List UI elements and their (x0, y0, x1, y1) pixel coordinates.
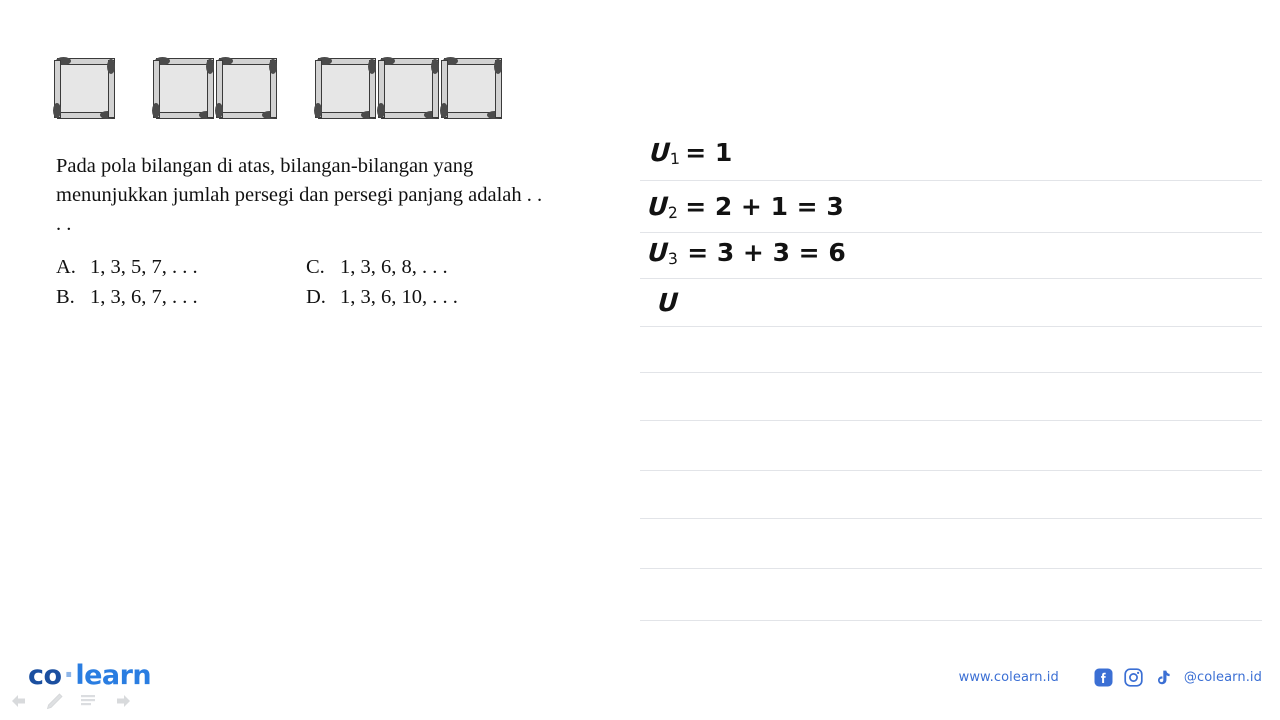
square-face (157, 61, 208, 115)
footer-links: www.colearn.id @colearn.id (959, 668, 1262, 687)
hand-index-3: 3 (667, 249, 679, 269)
matchstick-head-right (494, 59, 502, 74)
option-c[interactable]: C. 1, 3, 6, 8, . . . (306, 252, 448, 282)
rule-line (640, 420, 1262, 421)
matchstick-square (52, 55, 115, 121)
question-panel: Pada pola bilangan di atas, bilangan-bil… (0, 0, 600, 660)
hand-body-3: = 3 + 3 = 6 (687, 238, 846, 267)
social-handle[interactable]: @colearn.id (1184, 670, 1262, 685)
rule-line (640, 326, 1262, 327)
matchstick-head-left (314, 103, 322, 118)
option-d[interactable]: D. 1, 3, 6, 10, . . . (306, 282, 458, 312)
edit-toolbar[interactable] (10, 692, 132, 710)
option-d-value: 1, 3, 6, 10, . . . (340, 286, 458, 308)
pattern-group-2 (151, 55, 277, 121)
matchstick-head-right (107, 59, 115, 74)
square-face (58, 61, 109, 115)
matchstick-square (376, 55, 439, 121)
option-c-value: 1, 3, 6, 8, . . . (340, 256, 448, 278)
matchstick-head-left (215, 103, 223, 118)
pattern-group-3 (313, 55, 502, 121)
lines-icon[interactable] (78, 692, 98, 710)
rule-line (640, 470, 1262, 471)
square-face (382, 61, 433, 115)
option-row: A. 1, 3, 5, 7, . . . C. 1, 3, 6, 8, . . … (56, 252, 556, 282)
hand-index-2: 2 (667, 203, 679, 223)
rule-line (640, 278, 1262, 279)
pencil-icon[interactable] (44, 692, 64, 710)
answer-options: A. 1, 3, 5, 7, . . . C. 1, 3, 6, 8, . . … (56, 252, 556, 312)
undo-arrow-icon[interactable] (10, 692, 30, 710)
matchstick-head-right (269, 59, 277, 74)
hand-body-1: = 1 (685, 138, 733, 167)
colearn-logo: co·learn (28, 660, 152, 691)
option-a-letter: A. (56, 256, 76, 278)
matchstick-head-right (206, 59, 214, 74)
matchstick-square (151, 55, 214, 121)
pattern-group-1 (52, 55, 115, 121)
instagram-icon[interactable] (1124, 668, 1143, 687)
tiktok-icon[interactable] (1154, 668, 1173, 687)
logo-dot: · (63, 660, 74, 691)
matchstick-square (439, 55, 502, 121)
matchstick-head-left (53, 103, 61, 118)
handwriting-worksheet[interactable]: U1 = 1 U2 = 2 + 1 = 3 U3 = 3 + 3 = 6 U (640, 0, 1280, 660)
matchstick-head-left (377, 103, 385, 118)
hand-term-3: U (646, 237, 670, 268)
rule-line (640, 372, 1262, 373)
rule-line (640, 518, 1262, 519)
rule-line (640, 620, 1262, 621)
square-face (220, 61, 271, 115)
question-text: Pada pola bilangan di atas, bilangan-bil… (56, 155, 543, 235)
hand-term-2: U (646, 191, 670, 222)
square-face (319, 61, 370, 115)
redo-arrow-icon[interactable] (112, 692, 132, 710)
rule-line (640, 568, 1262, 569)
matchstick-pattern-figure (52, 55, 502, 135)
rule-line (640, 232, 1262, 233)
option-b-value: 1, 3, 6, 7, . . . (90, 286, 198, 308)
option-a-value: 1, 3, 5, 7, . . . (90, 256, 198, 278)
hand-line-2: U2 = 2 + 1 = 3 (646, 191, 844, 223)
option-b[interactable]: B. 1, 3, 6, 7, . . . (56, 282, 306, 312)
facebook-icon[interactable] (1094, 668, 1113, 687)
option-row: B. 1, 3, 6, 7, . . . D. 1, 3, 6, 10, . .… (56, 282, 556, 312)
matchstick-square (313, 55, 376, 121)
square-face (445, 61, 496, 115)
rule-line (640, 180, 1262, 181)
matchstick-head-right (368, 59, 376, 74)
website-url[interactable]: www.colearn.id (959, 670, 1059, 685)
option-b-letter: B. (56, 286, 75, 308)
option-a[interactable]: A. 1, 3, 5, 7, . . . (56, 252, 306, 282)
hand-index-1: 1 (669, 149, 681, 169)
matchstick-square (214, 55, 277, 121)
matchstick-head-left (440, 103, 448, 118)
hand-line-4: U (656, 287, 680, 318)
hand-body-2: = 2 + 1 = 3 (685, 192, 844, 221)
matchstick-head-right (431, 59, 439, 74)
matchstick-head-left (152, 103, 160, 118)
option-c-letter: C. (306, 256, 325, 278)
logo-learn: learn (75, 660, 152, 691)
logo-co: co (28, 660, 62, 691)
hand-term-4: U (656, 287, 680, 318)
hand-line-1: U1 = 1 (648, 137, 733, 169)
hand-line-3: U3 = 3 + 3 = 6 (646, 237, 846, 269)
option-d-letter: D. (306, 286, 326, 308)
hand-term-1: U (648, 137, 672, 168)
